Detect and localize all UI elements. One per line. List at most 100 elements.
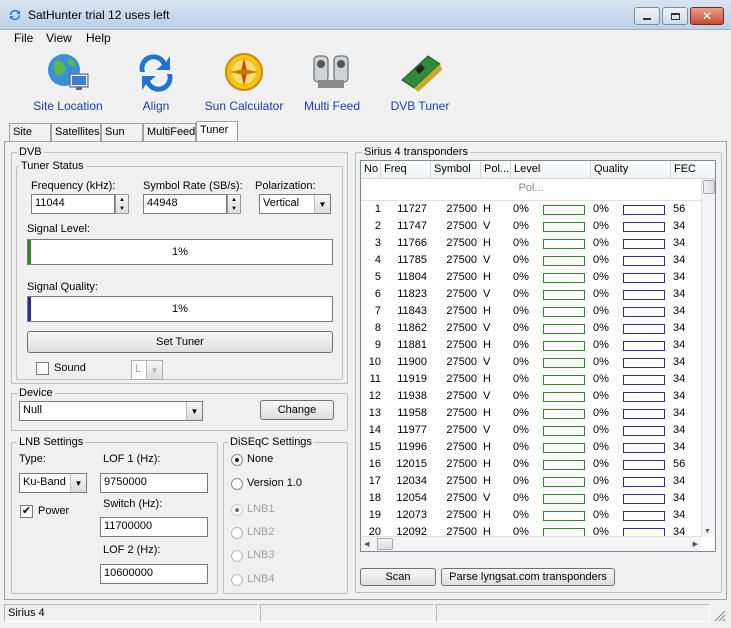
lof2-input[interactable]: 10600000 bbox=[100, 564, 208, 584]
table-row[interactable]: 9 11881 27500 H 0% 0% 34 bbox=[361, 337, 701, 354]
globe-monitor-icon bbox=[48, 54, 89, 90]
tab-multifeed[interactable]: MultiFeed bbox=[143, 123, 196, 141]
diseqc-lnb2-radio[interactable] bbox=[231, 527, 243, 539]
maximize-button[interactable] bbox=[662, 7, 688, 25]
cell-quality: 0% bbox=[593, 492, 609, 504]
table-row[interactable]: 4 11785 27500 V 0% 0% 34 bbox=[361, 252, 701, 269]
cell-symbol: 27500 bbox=[446, 322, 477, 334]
table-row[interactable]: 13 11958 27500 H 0% 0% 34 bbox=[361, 405, 701, 422]
polarization-select[interactable]: Vertical ▼ bbox=[259, 194, 331, 214]
horizontal-scrollbar[interactable]: ◀ ▶ bbox=[361, 536, 701, 551]
table-row[interactable]: 19 12073 27500 H 0% 0% 34 bbox=[361, 507, 701, 524]
table-row[interactable]: 17 12034 27500 H 0% 0% 34 bbox=[361, 473, 701, 490]
close-button[interactable]: ✕ bbox=[690, 7, 724, 25]
table-row[interactable]: 15 11996 27500 H 0% 0% 34 bbox=[361, 439, 701, 456]
table-row[interactable]: 8 11862 27500 V 0% 0% 34 bbox=[361, 320, 701, 337]
symbol-rate-input[interactable]: 44948 bbox=[143, 194, 227, 214]
cell-fec: 34 bbox=[673, 322, 686, 334]
table-row[interactable]: 11 11919 27500 H 0% 0% 34 bbox=[361, 371, 701, 388]
scan-button[interactable]: Scan bbox=[360, 568, 436, 586]
level-bar bbox=[543, 256, 585, 266]
polarization-label: Polarization: bbox=[255, 180, 316, 192]
cell-freq: 11900 bbox=[397, 356, 427, 368]
cell-fec: 56 bbox=[673, 458, 686, 470]
table-row[interactable]: 14 11977 27500 V 0% 0% 34 bbox=[361, 422, 701, 439]
diseqc-lnb3-label: LNB3 bbox=[247, 549, 275, 561]
parse-lyngsat-button[interactable]: Parse lyngsat.com transponders bbox=[441, 568, 615, 586]
table-row[interactable]: 1 11727 27500 H 0% 0% 56 bbox=[361, 201, 701, 218]
tab-tuner[interactable]: Tuner bbox=[196, 121, 238, 142]
level-bar bbox=[543, 443, 585, 453]
tab-sun[interactable]: Sun bbox=[101, 123, 143, 141]
column-pol[interactable]: Pol... bbox=[481, 161, 511, 179]
cell-level: 0% bbox=[513, 390, 529, 402]
lof1-input[interactable]: 9750000 bbox=[100, 473, 208, 493]
column-freq[interactable]: Freq bbox=[381, 161, 431, 179]
switch-input[interactable]: 11700000 bbox=[100, 517, 208, 537]
dvb-tuner-label: DVB Tuner bbox=[390, 99, 450, 113]
table-row[interactable]: 2 11747 27500 V 0% 0% 34 bbox=[361, 218, 701, 235]
table-row[interactable]: 12 11938 27500 V 0% 0% 34 bbox=[361, 388, 701, 405]
diseqc-lnb1-radio[interactable] bbox=[231, 504, 243, 516]
sound-checkbox[interactable] bbox=[36, 362, 49, 375]
dvb-tuner-button[interactable]: DVB Tuner bbox=[375, 50, 465, 116]
quality-bar bbox=[623, 477, 665, 487]
table-row[interactable]: 3 11766 27500 H 0% 0% 34 bbox=[361, 235, 701, 252]
table-row[interactable]: 10 11900 27500 V 0% 0% 34 bbox=[361, 354, 701, 371]
cell-quality: 0% bbox=[593, 322, 609, 334]
tab-satellites[interactable]: Satellites bbox=[51, 123, 101, 141]
scrollbar-thumb[interactable] bbox=[703, 180, 715, 194]
frequency-spinner[interactable]: ▲ ▼ bbox=[115, 194, 129, 214]
table-row[interactable]: 7 11843 27500 H 0% 0% 34 bbox=[361, 303, 701, 320]
vertical-scrollbar[interactable]: ▼ bbox=[701, 179, 715, 537]
column-level[interactable]: Level bbox=[511, 161, 591, 179]
change-device-button[interactable]: Change bbox=[260, 400, 334, 420]
scroll-right-icon[interactable]: ▶ bbox=[693, 540, 698, 548]
diseqc-lnb4-radio[interactable] bbox=[231, 574, 243, 586]
table-row[interactable]: 6 11823 27500 V 0% 0% 34 bbox=[361, 286, 701, 303]
column-symbol[interactable]: Symbol bbox=[431, 161, 481, 179]
scroll-left-icon[interactable]: ◀ bbox=[364, 540, 369, 548]
multi-feed-button[interactable]: Multi Feed bbox=[287, 50, 377, 116]
lnb-type-select[interactable]: Ku-Band ▼ bbox=[19, 473, 87, 493]
sun-calculator-button[interactable]: Sun Calculator bbox=[199, 50, 289, 116]
sound-channel-select[interactable]: L ▼ bbox=[131, 360, 163, 380]
frequency-input[interactable]: 11044 bbox=[31, 194, 115, 214]
cell-level: 0% bbox=[513, 475, 529, 487]
table-row[interactable]: 16 12015 27500 H 0% 0% 56 bbox=[361, 456, 701, 473]
column-no[interactable]: No bbox=[361, 161, 381, 179]
close-icon: ✕ bbox=[701, 9, 713, 23]
cell-fec: 34 bbox=[673, 424, 686, 436]
status-segment-2 bbox=[260, 604, 434, 622]
menu-file[interactable]: File bbox=[14, 31, 33, 45]
menu-help[interactable]: Help bbox=[86, 31, 111, 45]
power-checkbox[interactable]: ✔ bbox=[20, 505, 33, 518]
sound-channel-value: L bbox=[135, 363, 142, 375]
signal-level-bar: 1% bbox=[27, 239, 333, 265]
resize-grip-icon[interactable] bbox=[712, 608, 726, 622]
diseqc-v1-radio[interactable] bbox=[231, 478, 243, 490]
menu-view[interactable]: View bbox=[46, 31, 72, 45]
hscrollbar-thumb[interactable] bbox=[377, 538, 393, 550]
device-select[interactable]: Null ▼ bbox=[19, 401, 203, 421]
transponder-table[interactable]: No Freq Symbol Pol... Level Quality FEC … bbox=[360, 160, 716, 552]
symbol-rate-spinner[interactable]: ▲ ▼ bbox=[227, 194, 241, 214]
scroll-down-icon[interactable]: ▼ bbox=[704, 528, 711, 535]
align-button[interactable]: Align bbox=[111, 50, 201, 116]
minimize-button[interactable] bbox=[634, 7, 660, 25]
diseqc-none-radio[interactable] bbox=[231, 454, 243, 466]
filter-row[interactable]: Pol... bbox=[361, 179, 701, 201]
arrows-refresh-icon bbox=[139, 54, 173, 92]
column-quality[interactable]: Quality bbox=[591, 161, 671, 179]
quality-bar bbox=[623, 511, 665, 521]
cell-no: 12 bbox=[368, 390, 381, 402]
table-row[interactable]: 18 12054 27500 V 0% 0% 34 bbox=[361, 490, 701, 507]
table-row[interactable]: 5 11804 27500 H 0% 0% 34 bbox=[361, 269, 701, 286]
tab-site[interactable]: Site bbox=[9, 123, 51, 141]
set-tuner-button[interactable]: Set Tuner bbox=[27, 331, 333, 353]
site-location-button[interactable]: Site Location bbox=[23, 50, 113, 116]
column-fec[interactable]: FEC bbox=[671, 161, 715, 179]
lof1-label: LOF 1 (Hz): bbox=[103, 453, 161, 465]
cell-quality: 0% bbox=[593, 458, 609, 470]
diseqc-lnb3-radio[interactable] bbox=[231, 550, 243, 562]
